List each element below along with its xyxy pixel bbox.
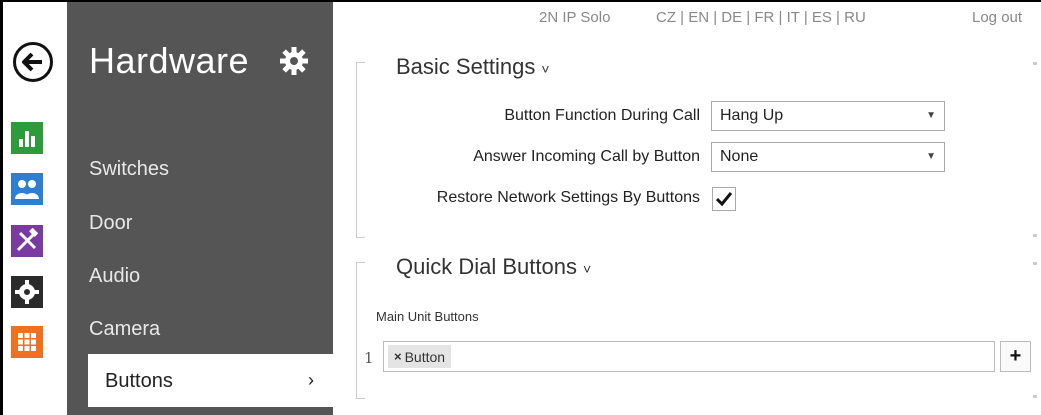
quick-dial-input[interactable]: × Button [383,341,995,372]
sidebar: Hardware Switches Door Audio Camera Butt… [67,2,333,415]
sidebar-item-buttons[interactable]: Buttons › [88,354,333,407]
sidebar-item-door[interactable]: Door [89,212,132,235]
select-value: None [720,148,759,165]
restore-network-label: Restore Network Settings By Buttons [436,189,700,206]
remove-tag-icon[interactable]: × [394,349,402,364]
button-tag: × Button [388,345,452,368]
button-function-label: Button Function During Call [504,107,700,124]
dropdown-arrow-icon: ▼ [926,151,936,162]
answer-incoming-label: Answer Incoming Call by Button [473,148,700,165]
section-edge-mark [1033,395,1037,398]
section-edge-mark [1033,62,1037,65]
back-arrow-icon [22,52,42,72]
select-value: Hang Up [720,107,784,124]
tag-label: Button [404,348,446,365]
chevron-right-icon: › [308,370,314,390]
language-selector[interactable]: CZ | EN | DE | FR | IT | ES | RU [656,9,866,26]
restore-network-checkbox[interactable] [712,187,736,211]
section-bracket [356,62,365,238]
answer-incoming-select[interactable]: None ▼ [711,142,945,172]
row-index: 1 [364,349,374,367]
checkmark-icon [716,192,732,206]
device-name: 2N IP Solo [539,9,611,26]
services-icon[interactable] [11,225,43,257]
back-button[interactable] [13,42,53,82]
section-edge-mark [1033,262,1037,265]
directory-icon[interactable] [11,173,43,205]
section-edge-mark [1033,234,1037,237]
sidebar-item-switches[interactable]: Switches [89,158,169,181]
icon-rail [3,2,67,415]
gear-icon[interactable] [279,46,309,76]
quick-dial-title[interactable]: Quick Dial Buttons ˅ [396,254,591,280]
basic-settings-title[interactable]: Basic Settings ˅ [396,54,550,80]
chevron-down-icon: ˅ [582,261,592,277]
sidebar-item-audio[interactable]: Audio [89,265,140,288]
dropdown-arrow-icon: ▼ [926,110,936,121]
button-function-select[interactable]: Hang Up ▼ [711,101,945,131]
main-unit-buttons-label: Main Unit Buttons [376,309,479,324]
section-title-text: Basic Settings [396,54,536,79]
sidebar-title: Hardware [89,40,250,81]
sidebar-item-label: Buttons [105,370,173,392]
hardware-icon[interactable] [11,276,43,308]
status-icon[interactable] [11,122,43,154]
logout-link[interactable]: Log out [972,9,1022,26]
section-title-text: Quick Dial Buttons [396,254,577,279]
system-icon[interactable] [11,326,43,358]
add-button[interactable]: + [1000,341,1031,372]
section-bracket [356,262,365,399]
sidebar-item-camera[interactable]: Camera [89,318,160,341]
chevron-down-icon: ˅ [541,61,550,77]
